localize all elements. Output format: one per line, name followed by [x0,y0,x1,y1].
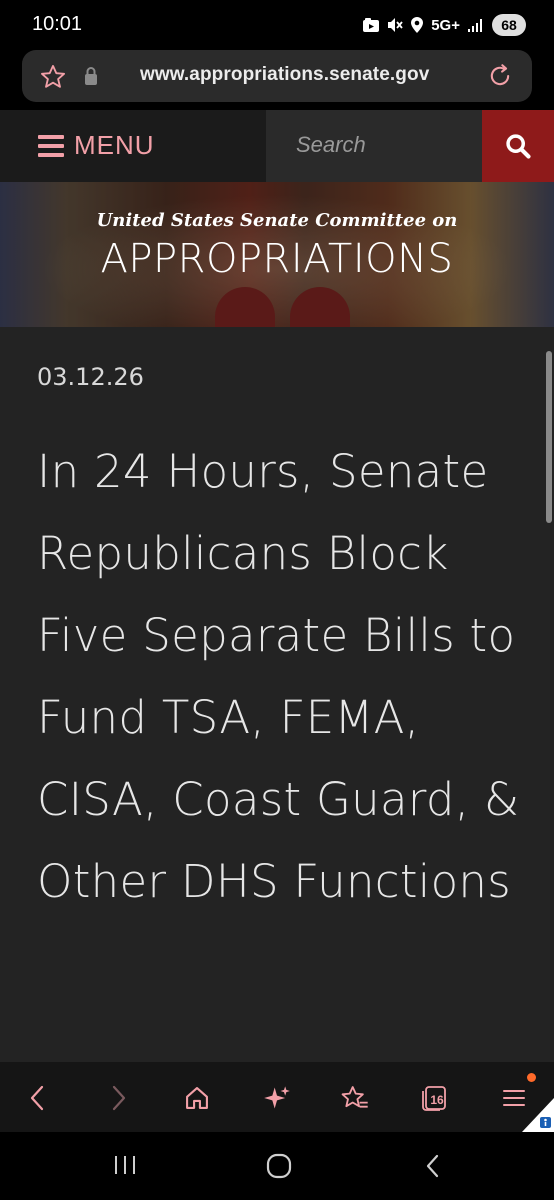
bookmark-star-icon[interactable] [39,63,67,91]
search-button[interactable] [482,110,554,182]
tab-count: 16 [430,1093,444,1107]
ai-assistant-button[interactable] [259,1080,295,1116]
article-content: 03.12.26 In 24 Hours, Senate Republicans… [0,327,554,1062]
recent-apps-icon[interactable] [113,1152,137,1178]
status-bar: 10:01 5G+ 68 [0,0,554,50]
menu-label: MENU [74,130,155,160]
article-title: In 24 Hours, Senate Republicans Block Fi… [37,445,520,908]
home-circle-icon[interactable] [265,1152,293,1180]
system-back-icon[interactable] [422,1152,444,1180]
home-icon [186,1087,208,1109]
search-input[interactable]: Search [266,110,482,182]
committee-banner[interactable]: United States Senate Committee on APPROP… [0,182,554,327]
location-icon [411,17,424,33]
signal-icon [468,19,482,32]
bookmarks-button[interactable] [337,1080,373,1116]
lock-icon[interactable] [83,66,99,86]
mute-icon [388,18,403,32]
banner-arch-decoration [215,287,275,327]
url-text[interactable]: www.appropriations.senate.gov [140,64,429,86]
site-nav: MENU Search [0,110,554,182]
address-bar[interactable]: www.appropriations.senate.gov [22,50,532,102]
banner-title: APPROPRIATIONS [100,236,454,282]
home-button[interactable] [179,1080,215,1116]
sparkle-icon [264,1086,290,1109]
forward-arrow-icon [112,1085,126,1111]
bookmarks-star-icon [341,1086,368,1108]
hamburger-icon [38,134,64,157]
forward-button[interactable] [100,1080,136,1116]
status-icons: 5G+ 68 [363,14,526,36]
back-arrow-icon [30,1085,44,1111]
banner-arch-decoration [290,287,350,327]
article-date: 03.12.26 [37,363,144,391]
search-placeholder: Search [296,132,366,157]
accessibility-badge-icon[interactable] [522,1098,554,1132]
banner-subtitle: United States Senate Committee on [96,210,458,231]
battery-indicator: 68 [492,14,526,36]
menu-button[interactable]: MENU [38,130,155,161]
back-button[interactable] [20,1080,56,1116]
reload-icon[interactable] [486,62,514,90]
browser-toolbar: 16 [0,1062,554,1132]
scrollbar[interactable] [546,351,552,523]
tabs-button[interactable]: 16 [416,1080,452,1116]
status-time: 10:01 [32,13,83,35]
search-icon [506,134,531,159]
media-icon [363,18,380,32]
notification-dot [527,1073,536,1082]
system-nav-bar [0,1132,554,1200]
network-type: 5G+ [431,16,460,34]
